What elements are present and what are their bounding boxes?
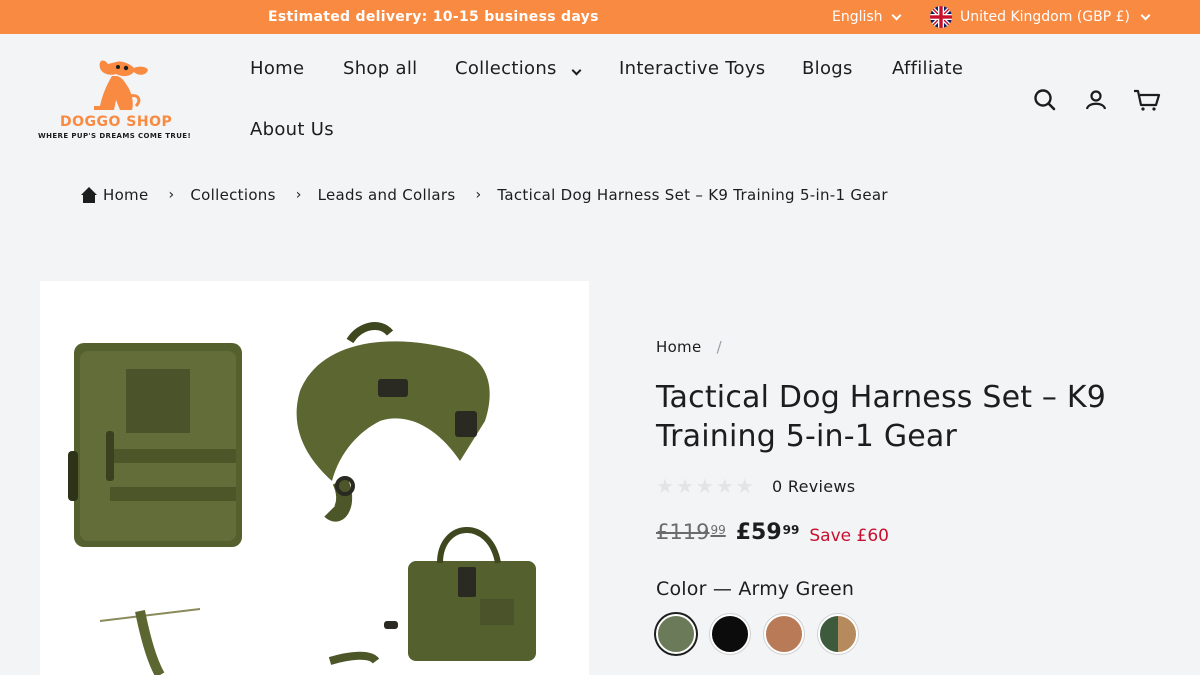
- review-count[interactable]: 0 Reviews: [772, 477, 855, 496]
- cart-icon[interactable]: [1133, 87, 1161, 113]
- language-label: English: [832, 9, 883, 25]
- region-selector[interactable]: United Kingdom (GBP £): [930, 0, 1151, 34]
- uk-flag-icon: [930, 6, 952, 28]
- star-icon: ★: [735, 474, 754, 498]
- swatch-army-green[interactable]: [656, 614, 696, 654]
- swatch-green-brown[interactable]: [818, 614, 858, 654]
- breadcrumb: Home › Collections › Leads and Collars ›…: [80, 186, 888, 204]
- chevron-down-icon: [571, 65, 582, 76]
- breadcrumb-collections[interactable]: Collections: [190, 186, 275, 204]
- compare-at-price: £11999: [656, 520, 726, 544]
- announcement-bar: Estimated delivery: 10-15 business days …: [0, 0, 1200, 34]
- chevron-down-icon: [891, 10, 902, 20]
- region-label: United Kingdom (GBP £): [960, 9, 1130, 25]
- star-icon: ★: [715, 474, 734, 498]
- nav-collections[interactable]: Collections: [455, 58, 582, 79]
- star-icon: ★: [695, 474, 714, 498]
- site-logo[interactable]: DOGGO SHOP WHERE PUP'S DREAMS COME TRUE!: [38, 56, 208, 146]
- nav-affiliate[interactable]: Affiliate: [892, 58, 963, 79]
- breadcrumb-separator: ›: [475, 187, 482, 203]
- sale-price: £5999: [735, 520, 800, 545]
- nav-home[interactable]: Home: [250, 58, 304, 79]
- star-icon: ★: [675, 474, 694, 498]
- color-option-label: Color — Army Green: [656, 578, 855, 600]
- brand-tagline: WHERE PUP'S DREAMS COME TRUE!: [38, 132, 192, 140]
- nav-shop-all[interactable]: Shop all: [343, 58, 417, 79]
- swatch-black[interactable]: [710, 614, 750, 654]
- breadcrumb-separator: ›: [295, 187, 302, 203]
- selected-color: Army Green: [738, 578, 855, 600]
- nav-blogs[interactable]: Blogs: [802, 58, 853, 79]
- breadcrumb-home[interactable]: Home: [103, 186, 149, 204]
- delivery-notice: Estimated delivery: 10-15 business days: [268, 9, 599, 25]
- product-image[interactable]: [40, 281, 589, 675]
- brand-name: DOGGO SHOP: [60, 114, 173, 130]
- star-icon: ★: [656, 474, 674, 498]
- color-swatches: [656, 614, 858, 654]
- harness-set-image: [68, 322, 536, 675]
- breadcrumb-leads-and-collars[interactable]: Leads and Collars: [318, 186, 456, 204]
- product-title: Tactical Dog Harness Set – K9 Training 5…: [656, 380, 1107, 454]
- nav-interactive-toys[interactable]: Interactive Toys: [619, 58, 765, 79]
- breadcrumb-separator: ›: [168, 187, 175, 203]
- savings-badge: Save £60: [809, 526, 889, 546]
- dog-logo-icon: [94, 60, 148, 110]
- nav-about-us[interactable]: About Us: [250, 119, 334, 140]
- rating-stars[interactable]: ★ ★ ★ ★ ★: [656, 476, 754, 496]
- breadcrumb-current: Tactical Dog Harness Set – K9 Training 5…: [497, 186, 888, 204]
- home-icon[interactable]: [80, 186, 98, 204]
- search-icon[interactable]: [1032, 87, 1058, 113]
- product-breadcrumb-home[interactable]: Home: [656, 338, 702, 356]
- nav-collections-label: Collections: [455, 58, 557, 79]
- price-block: £11999 £5999 Save £60: [656, 520, 889, 546]
- product-breadcrumb: Home /: [656, 338, 722, 356]
- chevron-down-icon: [1140, 10, 1151, 20]
- breadcrumb-separator: /: [716, 338, 722, 356]
- language-selector[interactable]: English: [832, 0, 902, 34]
- account-icon[interactable]: [1083, 87, 1109, 113]
- swatch-brown[interactable]: [764, 614, 804, 654]
